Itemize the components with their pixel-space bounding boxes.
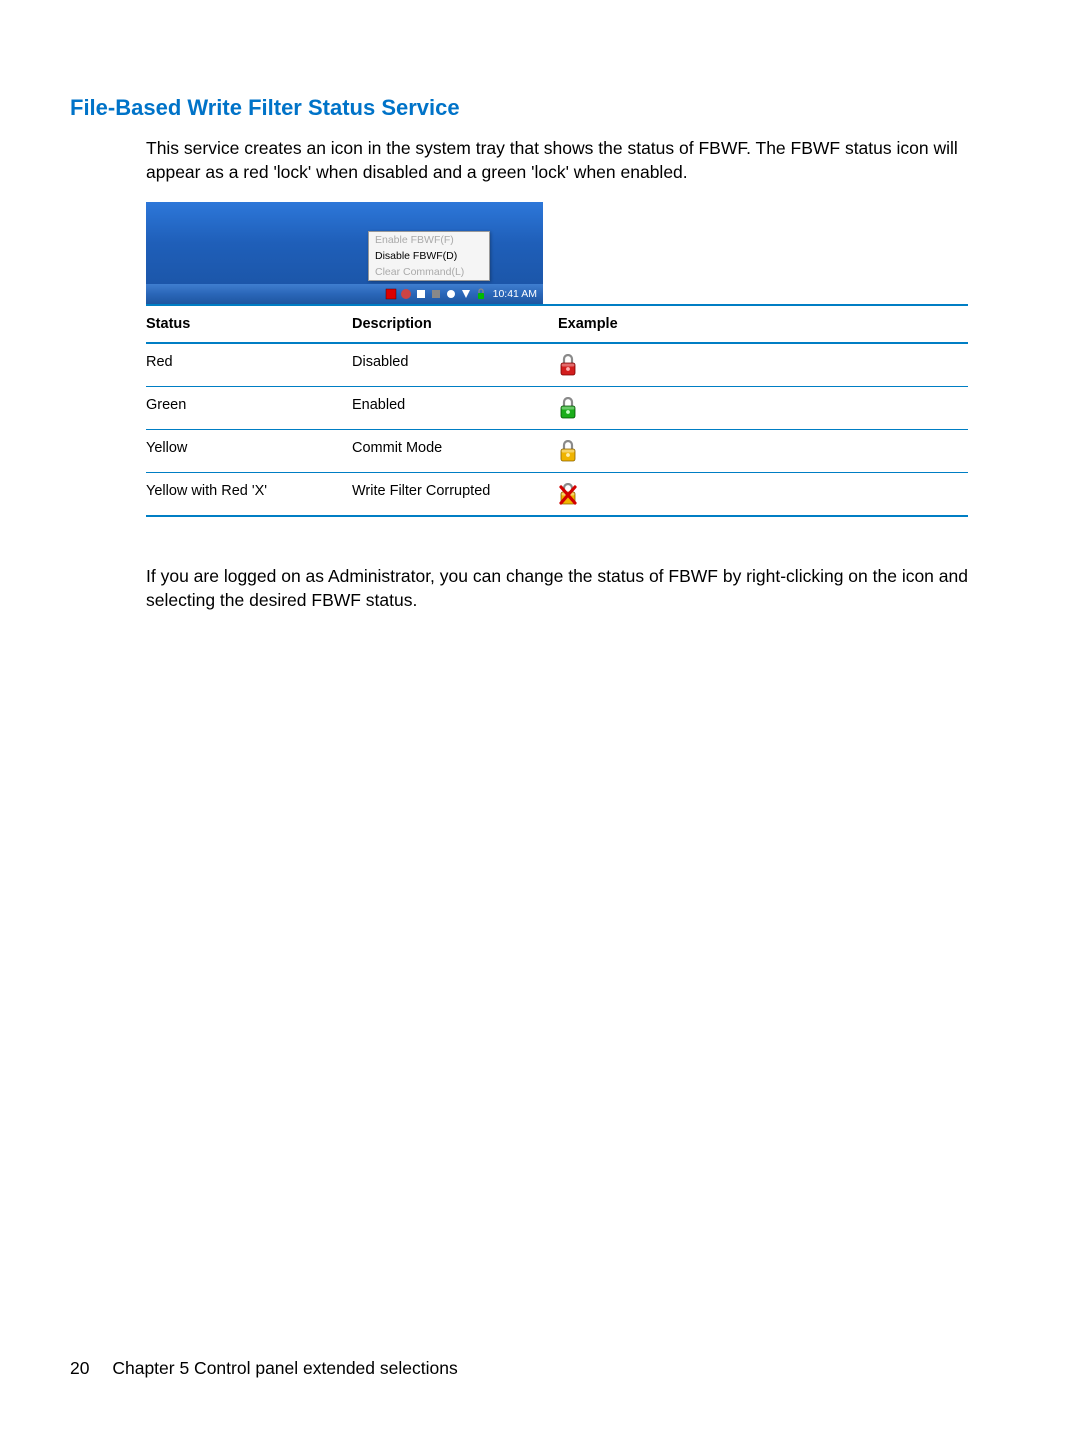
intro-paragraph: This service creates an icon in the syst… bbox=[146, 137, 1010, 184]
menu-disable-fbwf[interactable]: Disable FBWF(D) bbox=[369, 248, 489, 264]
table-row: Yellow Commit Mode bbox=[146, 430, 968, 473]
tray-lock-icon[interactable] bbox=[475, 288, 487, 300]
page-number: 20 bbox=[70, 1358, 89, 1378]
tray-icon bbox=[445, 288, 457, 300]
tray-icon bbox=[460, 288, 472, 300]
cell-description: Disabled bbox=[352, 343, 558, 387]
systray-screenshot: Enable FBWF(F) Disable FBWF(D) Clear Com… bbox=[146, 202, 543, 304]
cell-status: Red bbox=[146, 343, 352, 387]
tray-icon bbox=[385, 288, 397, 300]
system-tray bbox=[385, 288, 487, 300]
table-row: Green Enabled bbox=[146, 387, 968, 430]
table-header-example: Example bbox=[558, 305, 968, 343]
lock-icon-yellow-x bbox=[558, 483, 578, 505]
tray-icon bbox=[415, 288, 427, 300]
menu-enable-fbwf[interactable]: Enable FBWF(F) bbox=[369, 232, 489, 248]
table-row: Yellow with Red 'X' Write Filter Corrupt… bbox=[146, 473, 968, 517]
cell-description: Enabled bbox=[352, 387, 558, 430]
context-menu[interactable]: Enable FBWF(F) Disable FBWF(D) Clear Com… bbox=[368, 231, 490, 281]
lock-icon-yellow bbox=[558, 440, 578, 462]
cell-status: Green bbox=[146, 387, 352, 430]
table-header-status: Status bbox=[146, 305, 352, 343]
taskbar-clock: 10:41 AM bbox=[493, 288, 537, 300]
page-footer: 20 Chapter 5 Control panel extended sele… bbox=[70, 1358, 458, 1379]
cell-status: Yellow bbox=[146, 430, 352, 473]
cell-description: Commit Mode bbox=[352, 430, 558, 473]
menu-clear-command[interactable]: Clear Command(L) bbox=[369, 264, 489, 280]
cell-example bbox=[558, 473, 968, 517]
lock-icon-red bbox=[558, 354, 578, 376]
section-heading: File-Based Write Filter Status Service bbox=[70, 95, 1010, 121]
cell-description: Write Filter Corrupted bbox=[352, 473, 558, 517]
tray-icon bbox=[430, 288, 442, 300]
cell-status: Yellow with Red 'X' bbox=[146, 473, 352, 517]
chapter-label: Chapter 5 Control panel extended selecti… bbox=[112, 1358, 457, 1378]
cell-example bbox=[558, 387, 968, 430]
lock-icon-green bbox=[558, 397, 578, 419]
taskbar: 10:41 AM bbox=[146, 284, 543, 304]
cell-example bbox=[558, 343, 968, 387]
status-table: Status Description Example Red Disabled bbox=[146, 304, 968, 517]
table-row: Red Disabled bbox=[146, 343, 968, 387]
tray-icon bbox=[400, 288, 412, 300]
outro-paragraph: If you are logged on as Administrator, y… bbox=[146, 565, 1010, 612]
cell-example bbox=[558, 430, 968, 473]
table-header-description: Description bbox=[352, 305, 558, 343]
